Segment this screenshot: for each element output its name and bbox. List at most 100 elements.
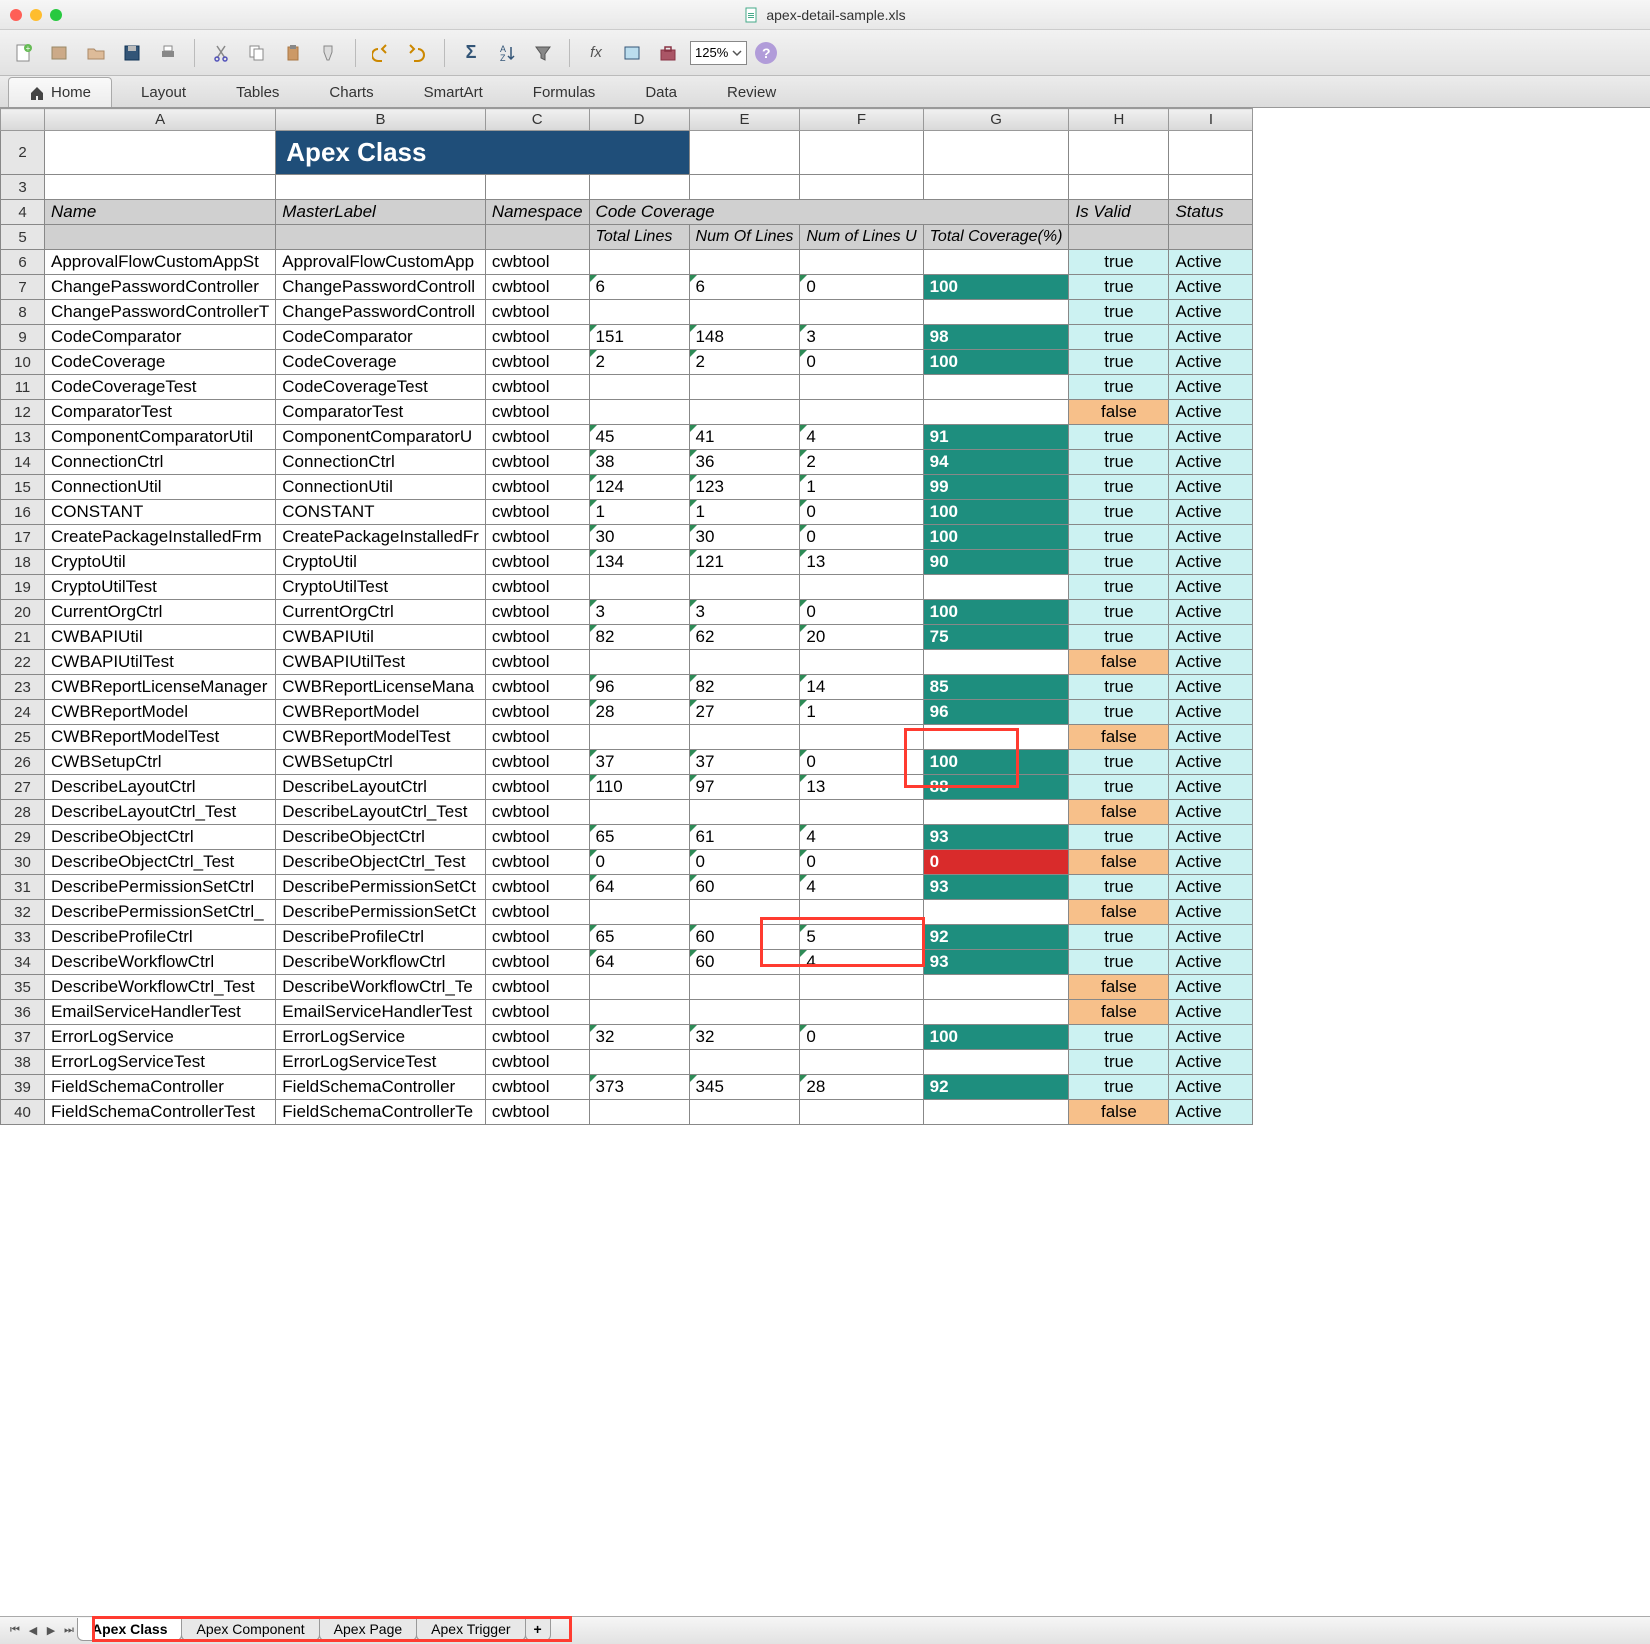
cell-namespace[interactable]: cwbtool: [485, 550, 589, 575]
cell-coverage-pct[interactable]: 90: [923, 550, 1069, 575]
cell-total-lines[interactable]: 65: [589, 825, 689, 850]
row-header[interactable]: 8: [1, 300, 45, 325]
ribbon-tab-review[interactable]: Review: [706, 77, 797, 107]
cell-coverage-pct[interactable]: [923, 575, 1069, 600]
row-header[interactable]: 36: [1, 1000, 45, 1025]
cell-num-lines-u[interactable]: 14: [800, 675, 923, 700]
row-header[interactable]: 16: [1, 500, 45, 525]
table-row[interactable]: 35DescribeWorkflowCtrl_TestDescribeWorkf…: [1, 975, 1253, 1000]
cell-name[interactable]: CodeCoverageTest: [45, 375, 276, 400]
table-row[interactable]: 36EmailServiceHandlerTestEmailServiceHan…: [1, 1000, 1253, 1025]
column-header-G[interactable]: G: [923, 109, 1069, 131]
cell-coverage-pct[interactable]: 85: [923, 675, 1069, 700]
cell-num-lines-u[interactable]: 1: [800, 475, 923, 500]
cell-num-lines-u[interactable]: 0: [800, 850, 923, 875]
table-row[interactable]: 12ComparatorTestComparatorTestcwbtoolfal…: [1, 400, 1253, 425]
cell-num-lines-u[interactable]: [800, 725, 923, 750]
cell-name[interactable]: CreatePackageInstalledFrm: [45, 525, 276, 550]
cell-num-lines-u[interactable]: 4: [800, 875, 923, 900]
cell-num-lines[interactable]: 41: [689, 425, 800, 450]
cell-total-lines[interactable]: 32: [589, 1025, 689, 1050]
table-row[interactable]: 14ConnectionCtrlConnectionCtrlcwbtool383…: [1, 450, 1253, 475]
cell-name[interactable]: CurrentOrgCtrl: [45, 600, 276, 625]
cell-name[interactable]: ConnectionCtrl: [45, 450, 276, 475]
cell-num-lines-u[interactable]: 0: [800, 275, 923, 300]
row-header[interactable]: 13: [1, 425, 45, 450]
cell-status[interactable]: Active: [1169, 275, 1253, 300]
cell-master[interactable]: CWBAPIUtil: [276, 625, 486, 650]
cell-num-lines-u[interactable]: 0: [800, 525, 923, 550]
cell-num-lines[interactable]: [689, 1100, 800, 1125]
cell-is-valid[interactable]: true: [1069, 550, 1169, 575]
cell-status[interactable]: Active: [1169, 525, 1253, 550]
cell-name[interactable]: CryptoUtil: [45, 550, 276, 575]
cell-total-lines[interactable]: 30: [589, 525, 689, 550]
cell-name[interactable]: ComponentComparatorUtil: [45, 425, 276, 450]
cell-is-valid[interactable]: false: [1069, 900, 1169, 925]
row-header[interactable]: 29: [1, 825, 45, 850]
cell-total-lines[interactable]: 2: [589, 350, 689, 375]
cell-total-lines[interactable]: 6: [589, 275, 689, 300]
sort-button[interactable]: AZ: [493, 39, 521, 67]
cell-namespace[interactable]: cwbtool: [485, 750, 589, 775]
prev-sheet-button[interactable]: ◀: [24, 1622, 42, 1640]
cell-namespace[interactable]: cwbtool: [485, 250, 589, 275]
cell-status[interactable]: Active: [1169, 825, 1253, 850]
cell-name[interactable]: DescribeWorkflowCtrl_Test: [45, 975, 276, 1000]
cell-num-lines-u[interactable]: [800, 1050, 923, 1075]
cell-namespace[interactable]: cwbtool: [485, 925, 589, 950]
cell-num-lines-u[interactable]: [800, 975, 923, 1000]
table-row[interactable]: 27DescribeLayoutCtrlDescribeLayoutCtrlcw…: [1, 775, 1253, 800]
ribbon-tab-charts[interactable]: Charts: [308, 77, 394, 107]
cell-num-lines[interactable]: 0: [689, 850, 800, 875]
row-header[interactable]: 26: [1, 750, 45, 775]
cell-total-lines[interactable]: 65: [589, 925, 689, 950]
cell-num-lines[interactable]: [689, 975, 800, 1000]
cell-master[interactable]: DescribeLayoutCtrl: [276, 775, 486, 800]
row-header[interactable]: 20: [1, 600, 45, 625]
cell-name[interactable]: ErrorLogServiceTest: [45, 1050, 276, 1075]
table-row[interactable]: 11CodeCoverageTestCodeCoverageTestcwbtoo…: [1, 375, 1253, 400]
table-row[interactable]: 15ConnectionUtilConnectionUtilcwbtool124…: [1, 475, 1253, 500]
cell-num-lines-u[interactable]: 20: [800, 625, 923, 650]
cell-num-lines-u[interactable]: [800, 900, 923, 925]
row-header[interactable]: 24: [1, 700, 45, 725]
cell-name[interactable]: DescribePermissionSetCtrl_: [45, 900, 276, 925]
cell-is-valid[interactable]: true: [1069, 700, 1169, 725]
cell-total-lines[interactable]: 0: [589, 850, 689, 875]
select-all-corner[interactable]: [1, 109, 45, 131]
cell-master[interactable]: CodeCoverage: [276, 350, 486, 375]
table-row[interactable]: 28DescribeLayoutCtrl_TestDescribeLayoutC…: [1, 800, 1253, 825]
cell-num-lines-u[interactable]: 0: [800, 350, 923, 375]
row-header[interactable]: 15: [1, 475, 45, 500]
cell-namespace[interactable]: cwbtool: [485, 1025, 589, 1050]
cell-master[interactable]: ErrorLogServiceTest: [276, 1050, 486, 1075]
row-header[interactable]: 37: [1, 1025, 45, 1050]
cell-is-valid[interactable]: true: [1069, 950, 1169, 975]
cell-total-lines[interactable]: 64: [589, 950, 689, 975]
sheet-tab-apex-trigger[interactable]: Apex Trigger: [416, 1618, 525, 1641]
row-header[interactable]: 31: [1, 875, 45, 900]
cell-total-lines[interactable]: 37: [589, 750, 689, 775]
cell-is-valid[interactable]: true: [1069, 1025, 1169, 1050]
table-row[interactable]: 7ChangePasswordControllerChangePasswordC…: [1, 275, 1253, 300]
cell-status[interactable]: Active: [1169, 850, 1253, 875]
cell-is-valid[interactable]: true: [1069, 600, 1169, 625]
row-header[interactable]: 14: [1, 450, 45, 475]
cell-namespace[interactable]: cwbtool: [485, 850, 589, 875]
row-header[interactable]: 33: [1, 925, 45, 950]
cell-is-valid[interactable]: true: [1069, 825, 1169, 850]
cell-status[interactable]: Active: [1169, 975, 1253, 1000]
row-header[interactable]: 11: [1, 375, 45, 400]
cell-name[interactable]: ConnectionUtil: [45, 475, 276, 500]
column-header-D[interactable]: D: [589, 109, 689, 131]
table-row[interactable]: 34DescribeWorkflowCtrlDescribeWorkflowCt…: [1, 950, 1253, 975]
cell-coverage-pct[interactable]: [923, 250, 1069, 275]
cell-num-lines-u[interactable]: 4: [800, 825, 923, 850]
cell-master[interactable]: DescribeWorkflowCtrl_Te: [276, 975, 486, 1000]
cell-total-lines[interactable]: 1: [589, 500, 689, 525]
cell-namespace[interactable]: cwbtool: [485, 825, 589, 850]
table-row[interactable]: 17CreatePackageInstalledFrmCreatePackage…: [1, 525, 1253, 550]
add-sheet-button[interactable]: +: [525, 1618, 551, 1641]
cell-total-lines[interactable]: 45: [589, 425, 689, 450]
